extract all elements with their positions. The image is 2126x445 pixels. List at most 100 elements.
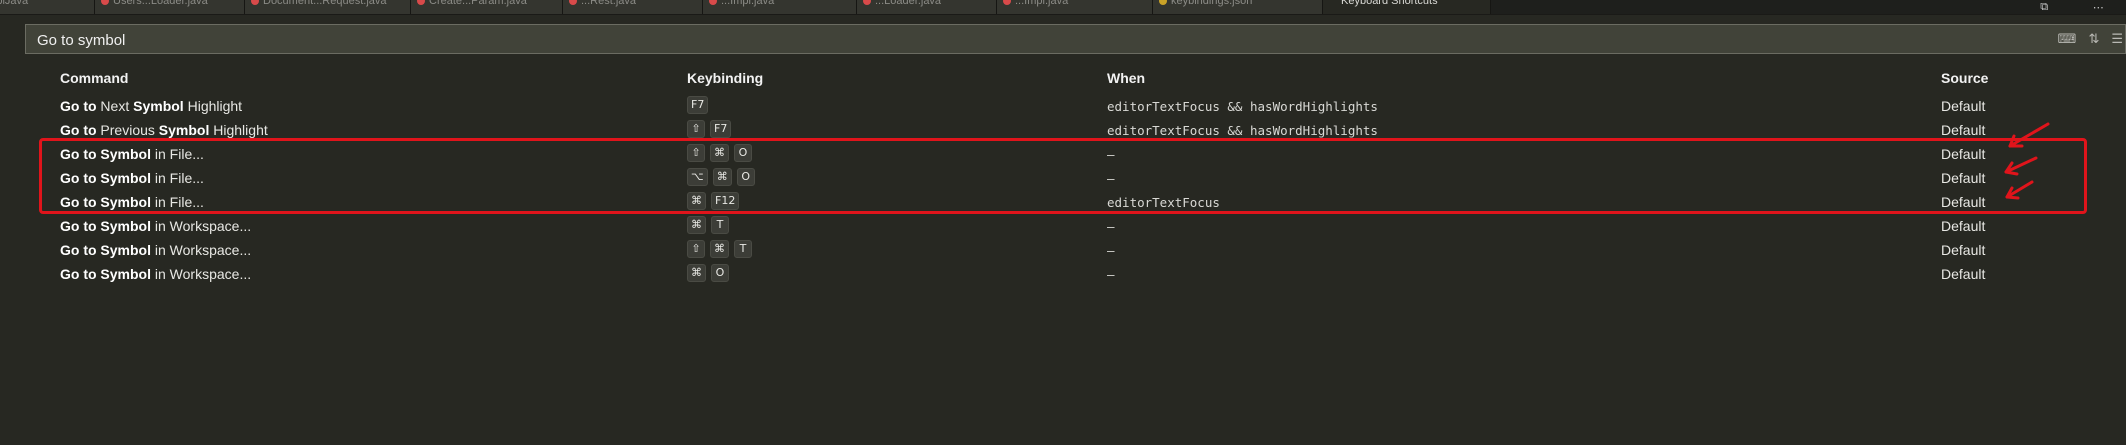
clear-search-icon[interactable]: ☰ xyxy=(2111,31,2123,47)
source-label: Default xyxy=(1941,266,1986,282)
source-label: Default xyxy=(1941,242,1986,258)
when-clause: — xyxy=(1107,219,1115,234)
command-match-text: Go to xyxy=(60,122,97,138)
column-header-source[interactable]: Source xyxy=(1941,70,1988,86)
editor-tab-label: ...Rest.java xyxy=(581,0,637,7)
split-editor-icon[interactable]: ⧉ xyxy=(2040,1,2048,14)
keybinding-keys: F7 xyxy=(687,96,709,114)
column-header-keybinding[interactable]: Keybinding xyxy=(687,70,763,86)
record-keys-icon[interactable]: ⌨ xyxy=(2058,31,2077,47)
when-clause: — xyxy=(1107,171,1115,186)
editor-tab[interactable]: keybindings.json xyxy=(1153,0,1323,14)
key-cap: ⇧ xyxy=(687,144,705,162)
command-match-text: Go to Symbol xyxy=(60,218,151,234)
editor-tab-label: ...Impl.java xyxy=(721,0,775,7)
table-row[interactable]: Go to Next Symbol Highlight F7 editorTextF… xyxy=(25,94,2126,118)
file-status-icon xyxy=(709,0,717,5)
command-label: Go to Symbol in Workspace... xyxy=(60,266,251,282)
command-text: in Workspace... xyxy=(151,242,252,258)
keybindings-search-input[interactable] xyxy=(26,25,2039,55)
table-row[interactable]: Go to Symbol in File... ⇧ ⌘ O — Default xyxy=(25,142,2126,166)
command-label: Go to Symbol in File... xyxy=(60,170,204,186)
sort-by-precedence-icon[interactable]: ⇅ xyxy=(2088,31,2099,47)
file-status-icon xyxy=(1159,0,1167,5)
source-label: Default xyxy=(1941,98,1986,114)
command-label: Go to Next Symbol Highlight xyxy=(60,98,242,114)
source-label: Default xyxy=(1941,146,1986,162)
keybinding-keys: ⌘ O xyxy=(687,264,729,282)
command-match-text: Symbol xyxy=(158,122,210,138)
key-cap: ⌘ xyxy=(687,216,706,234)
command-match-text: Go to xyxy=(60,98,97,114)
key-cap: ⌘ xyxy=(710,144,729,162)
editor-tab[interactable]: ...Rest.java xyxy=(563,0,703,14)
command-text: in File... xyxy=(151,170,204,186)
when-clause: editorTextFocus xyxy=(1107,195,1220,210)
editor-tab[interactable]: Keyboard Shortcuts xyxy=(1323,0,1491,14)
table-row[interactable]: Go to Symbol in File... ⌘ F12 editorTextFoc… xyxy=(25,190,2126,214)
table-row[interactable]: Go to Symbol in Workspace... ⇧ ⌘ T — Default xyxy=(25,238,2126,262)
table-row[interactable]: Go to Symbol in Workspace... ⌘ T — Default xyxy=(25,214,2126,238)
editor-tab[interactable]: ...Impl.java xyxy=(703,0,857,14)
command-text: in File... xyxy=(151,194,204,210)
editor-tab[interactable]: ...mplJava xyxy=(0,0,95,14)
file-status-icon xyxy=(569,0,577,5)
when-clause: — xyxy=(1107,267,1115,282)
column-header-when[interactable]: When xyxy=(1107,70,1145,86)
keybinding-keys: ⌘ F12 xyxy=(687,192,740,210)
editor-tab[interactable]: Users...Loader.java xyxy=(95,0,245,14)
editor-tab[interactable]: Document...Request.java xyxy=(245,0,411,14)
key-cap: T xyxy=(711,216,729,234)
command-match-text: Symbol xyxy=(133,98,184,114)
command-text: in Workspace... xyxy=(151,266,252,282)
keybindings-search-box: ⌨ ⇅ ☰ xyxy=(25,24,2126,55)
file-status-icon xyxy=(251,0,259,5)
editor-tab[interactable]: ...Impl.java xyxy=(997,0,1153,14)
command-label: Go to Previous Symbol Highlight xyxy=(60,122,268,138)
command-text: in Workspace... xyxy=(151,218,252,234)
when-clause: — xyxy=(1107,243,1115,258)
key-cap: O xyxy=(711,264,729,282)
key-cap: ⇧ xyxy=(687,120,705,138)
command-label: Go to Symbol in File... xyxy=(60,194,204,210)
command-match-text: Go to Symbol xyxy=(60,146,151,162)
key-cap: O xyxy=(734,144,752,162)
command-match-text: Go to Symbol xyxy=(60,242,151,258)
command-text: Highlight xyxy=(183,98,243,114)
command-text: in File... xyxy=(151,146,204,162)
editor-tab-label: Users...Loader.java xyxy=(113,0,208,7)
command-text: Highlight xyxy=(209,122,268,138)
keybinding-keys: ⌘ T xyxy=(687,216,729,234)
file-status-icon xyxy=(1003,0,1011,5)
table-row[interactable]: Go to Previous Symbol Highlight ⇧ F7 editor… xyxy=(25,118,2126,142)
key-cap: ⌘ xyxy=(687,192,706,210)
keybinding-keys: ⇧ ⌘ T xyxy=(687,240,752,258)
file-status-icon xyxy=(101,0,109,5)
command-match-text: Go to Symbol xyxy=(60,170,151,186)
command-label: Go to Symbol in Workspace... xyxy=(60,218,251,234)
search-actions: ⌨ ⇅ ☰ xyxy=(2058,25,2125,53)
when-clause: editorTextFocus && hasWordHighlights xyxy=(1107,99,1378,114)
key-cap: ⌘ xyxy=(710,240,729,258)
keybinding-keys: ⌥ ⌘ O xyxy=(687,168,755,186)
table-row[interactable]: Go to Symbol in File... ⌥ ⌘ O — Default xyxy=(25,166,2126,190)
editor-tab-label: ...Loader.java xyxy=(875,0,942,7)
command-label: Go to Symbol in File... xyxy=(60,146,204,162)
command-text: Next xyxy=(96,98,134,114)
table-row[interactable]: Go to Symbol in Workspace... ⌘ O — Default xyxy=(25,262,2126,286)
key-cap: ⌥ xyxy=(687,168,708,186)
key-cap: O xyxy=(736,168,755,186)
column-header-command[interactable]: Command xyxy=(60,70,128,86)
editor-tab[interactable]: Create...Param.java xyxy=(411,0,563,14)
source-label: Default xyxy=(1941,218,1986,234)
file-status-icon xyxy=(863,0,871,5)
command-match-text: Go to Symbol xyxy=(60,194,151,210)
source-label: Default xyxy=(1941,170,1986,186)
editor-tab-label: Create...Param.java xyxy=(429,0,527,7)
more-actions-icon[interactable]: ⋯ xyxy=(2093,1,2104,14)
command-match-text: Go to Symbol xyxy=(60,266,151,282)
key-cap: F12 xyxy=(711,192,740,210)
editor-tab[interactable]: ...Loader.java xyxy=(857,0,997,14)
key-cap: F7 xyxy=(687,96,709,114)
key-cap: T xyxy=(734,240,752,258)
